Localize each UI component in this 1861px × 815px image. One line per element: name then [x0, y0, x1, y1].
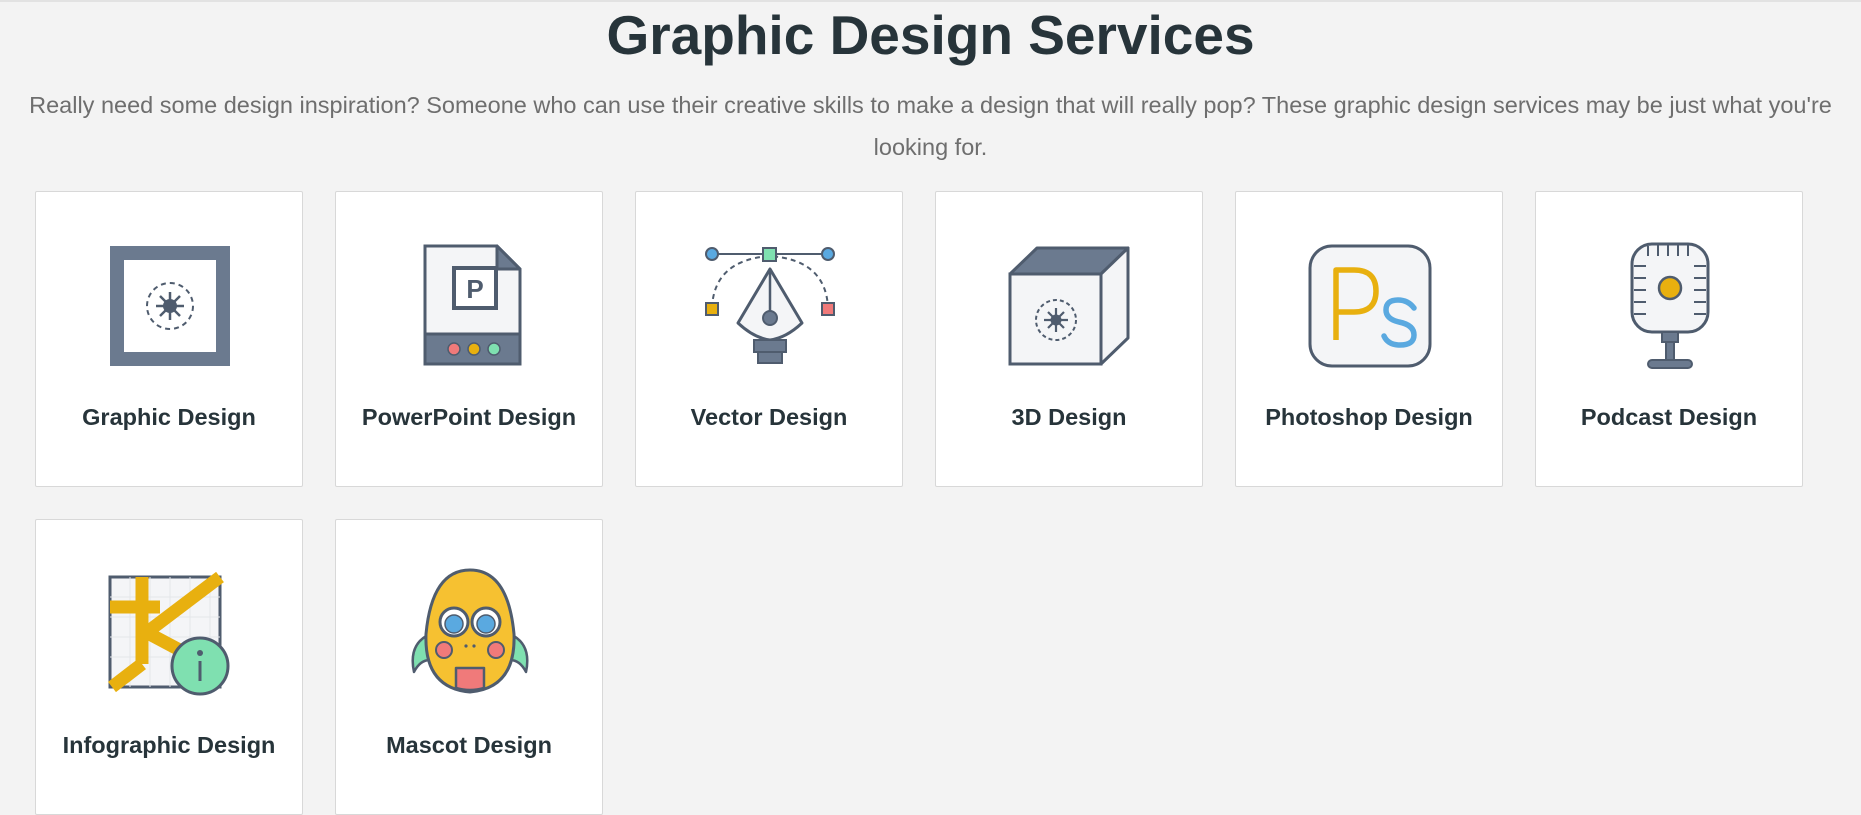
service-card-mascot-design[interactable]: Mascot Design: [335, 519, 603, 815]
service-label: Podcast Design: [1580, 404, 1758, 430]
svg-text:P: P: [466, 274, 483, 304]
photoshop-icon: [1300, 236, 1440, 376]
page-intro: Really need some design inspiration? Som…: [29, 92, 1832, 160]
service-card-powerpoint-design[interactable]: P PowerPoint Design: [335, 191, 603, 487]
page-title: Graphic Design Services: [606, 4, 1255, 66]
service-label: Infographic Design: [62, 732, 276, 758]
powerpoint-file-icon: P: [400, 236, 540, 376]
service-label: Vector Design: [690, 404, 848, 430]
pen-tool-icon: [700, 236, 840, 376]
service-label: Photoshop Design: [1265, 404, 1473, 430]
service-label: Graphic Design: [82, 404, 256, 430]
service-card-photoshop-design[interactable]: Photoshop Design: [1235, 191, 1503, 487]
mascot-creature-icon: [400, 564, 540, 704]
service-card-graphic-design[interactable]: Graphic Design: [35, 191, 303, 487]
microphone-icon: [1600, 236, 1740, 376]
service-label: Mascot Design: [386, 732, 552, 758]
service-card-infographic-design[interactable]: Infographic Design: [35, 519, 303, 815]
framed-starburst-icon: [100, 236, 240, 376]
service-label: 3D Design: [1011, 404, 1127, 430]
map-info-icon: [100, 564, 240, 704]
service-card-podcast-design[interactable]: Podcast Design: [1535, 191, 1803, 487]
service-card-3d-design[interactable]: 3D Design: [935, 191, 1203, 487]
service-label: PowerPoint Design: [361, 404, 577, 430]
cube-icon: [1000, 236, 1140, 376]
service-card-vector-design[interactable]: Vector Design: [635, 191, 903, 487]
